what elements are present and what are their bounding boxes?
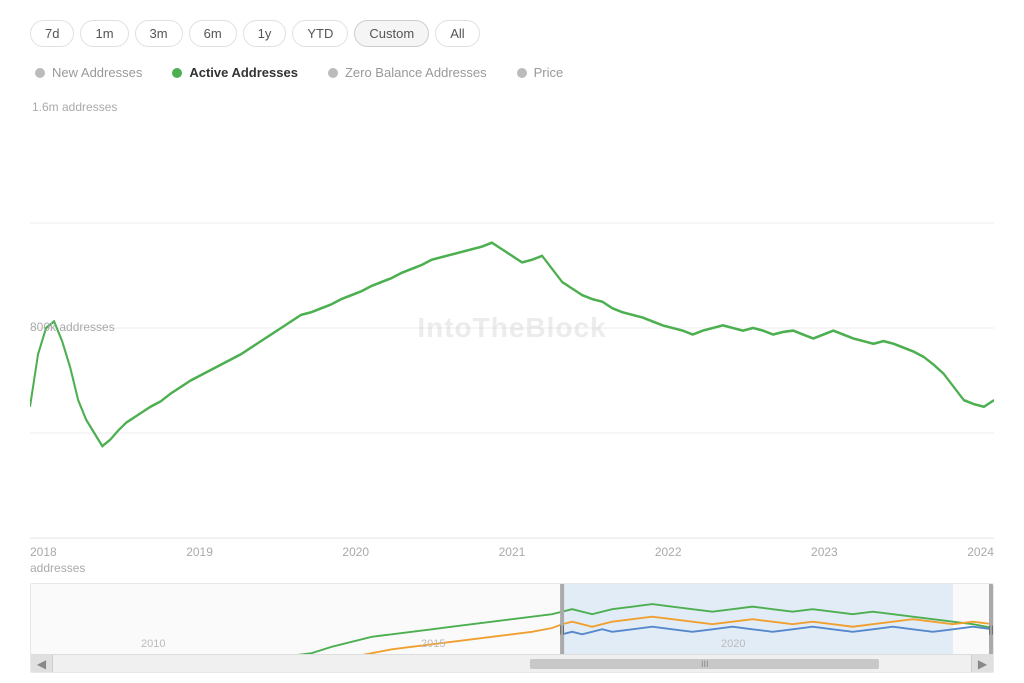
mini-label-2020: 2020 — [721, 638, 745, 650]
legend-item-1[interactable]: Active Addresses — [172, 65, 298, 80]
legend-label-1: Active Addresses — [189, 65, 298, 80]
x-label-2019: 2019 — [186, 545, 213, 559]
chart-legend: New Addresses Active Addresses Zero Balanc… — [30, 65, 994, 80]
mini-label-2015: 2015 — [421, 638, 445, 650]
time-btn-6m[interactable]: 6m — [189, 20, 237, 47]
legend-dot-3 — [517, 68, 527, 78]
mini-chart-wrapper: II II 2010 2015 2020 ◀ III ▶ — [30, 583, 994, 673]
mini-label-2010: 2010 — [141, 638, 165, 650]
x-label-2024: 2024 — [967, 545, 994, 559]
legend-dot-2 — [328, 68, 338, 78]
y-label-top: 1.6m addresses — [30, 100, 994, 114]
time-btn-1y[interactable]: 1y — [243, 20, 287, 47]
legend-label-0: New Addresses — [52, 65, 142, 80]
x-label-2018: 2018 — [30, 545, 57, 559]
legend-item-3[interactable]: Price — [517, 65, 564, 80]
time-btn-7d[interactable]: 7d — [30, 20, 74, 47]
legend-dot-1 — [172, 68, 182, 78]
scroll-track[interactable]: III — [53, 655, 971, 673]
scroll-bar: ◀ III ▶ — [31, 654, 993, 672]
x-label-2020: 2020 — [342, 545, 369, 559]
main-container: 7d1m 3m6m1yYTDCustomAll New Addresses Acti… — [0, 0, 1024, 683]
legend-item-2[interactable]: Zero Balance Addresses — [328, 65, 487, 80]
time-btn-3m[interactable]: 3m — [135, 20, 183, 47]
y-label-bottom: addresses — [30, 561, 994, 575]
x-label-2022: 2022 — [655, 545, 682, 559]
x-label-2021: 2021 — [499, 545, 526, 559]
legend-label-2: Zero Balance Addresses — [345, 65, 487, 80]
time-btn-all[interactable]: All — [435, 20, 479, 47]
legend-dot-0 — [35, 68, 45, 78]
time-btn-1m[interactable]: 1m — [80, 20, 128, 47]
scroll-right-arrow[interactable]: ▶ — [971, 655, 993, 673]
x-axis-labels: 2018 2019 2020 2021 2022 2023 2024 — [30, 539, 994, 561]
time-btn-custom[interactable]: Custom — [354, 20, 429, 47]
legend-item-0[interactable]: New Addresses — [35, 65, 142, 80]
scroll-thumb[interactable]: III — [530, 659, 879, 669]
chart-area: 1.6m addresses IntoTheBlock 800k address… — [30, 100, 994, 673]
y-label-mid: 800k addresses — [30, 320, 115, 334]
x-label-2023: 2023 — [811, 545, 838, 559]
svg-text:II: II — [988, 624, 993, 637]
scroll-left-arrow[interactable]: ◀ — [31, 655, 53, 673]
time-range-buttons: 7d1m 3m6m1yYTDCustomAll — [30, 20, 994, 47]
svg-text:II: II — [559, 624, 565, 637]
legend-label-3: Price — [534, 65, 564, 80]
main-chart: IntoTheBlock 800k addresses — [30, 118, 994, 539]
time-btn-ytd[interactable]: YTD — [292, 20, 348, 47]
main-chart-svg — [30, 118, 994, 538]
